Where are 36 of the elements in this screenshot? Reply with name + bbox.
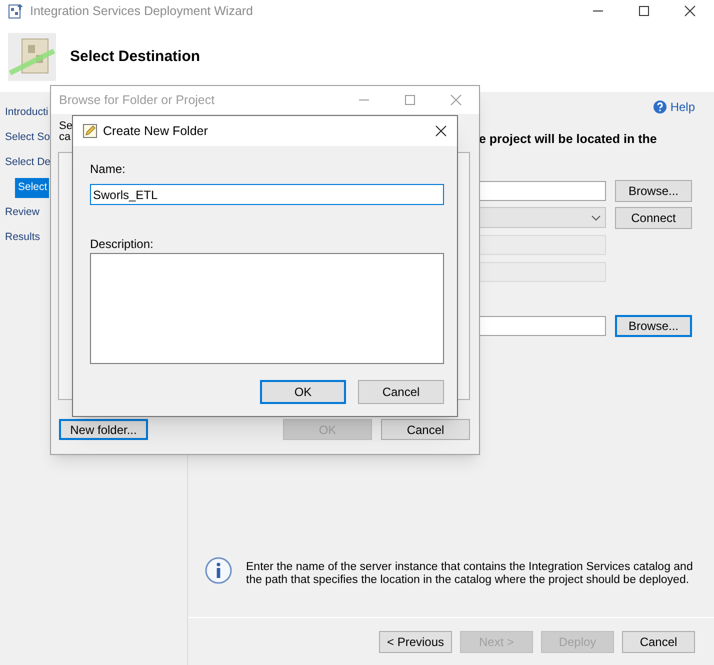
button[interactable]: OK [260, 380, 346, 404]
nav-item[interactable]: Review [5, 202, 40, 222]
info-text: Enter the name of the server instance that contains the Integration Services catalog and the path that specifies the location in the catalog where the project should be deployed. [246, 560, 694, 587]
help-icon [653, 100, 668, 114]
dialog-text: Se [59, 121, 72, 132]
field-label: Name: [90, 161, 126, 175]
nav-item[interactable]: Select So [5, 128, 50, 148]
nav-item[interactable]: Introducti [5, 102, 48, 122]
button[interactable]: Connect [615, 206, 692, 228]
wizard-drawing [8, 33, 56, 81]
nav-item[interactable]: Select De [5, 152, 51, 172]
notepad-icon [82, 123, 98, 139]
nav-item[interactable]: Select [15, 178, 49, 198]
button[interactable]: New folder... [59, 419, 148, 440]
maximize-icon[interactable] [638, 5, 650, 17]
dialog-title: Browse for Folder or Project [59, 92, 215, 109]
page-title: Select Destination [70, 46, 200, 67]
button[interactable]: Cancel [358, 380, 444, 404]
button[interactable]: Cancel [381, 419, 470, 440]
chevron-down-icon [591, 214, 601, 220]
description-field[interactable] [90, 253, 444, 364]
button[interactable]: Browse... [615, 180, 692, 202]
button[interactable]: Browse... [615, 314, 692, 336]
close-icon[interactable] [435, 125, 447, 137]
app-icon [8, 3, 24, 19]
name-field[interactable]: Sworls_ETL [90, 184, 444, 205]
close-icon[interactable] [684, 5, 696, 17]
window-title: Integration Services Deployment Wizard [30, 2, 254, 20]
button[interactable]: < Previous [379, 630, 452, 652]
dialog-title: Create New Folder [103, 122, 208, 140]
button[interactable]: Cancel [622, 630, 695, 652]
dialog-text: ca [59, 132, 71, 143]
nav-item[interactable]: Results [5, 228, 40, 248]
info-icon [205, 557, 232, 584]
help-link[interactable]: Help [653, 94, 695, 120]
field-label: Description: [90, 236, 154, 250]
